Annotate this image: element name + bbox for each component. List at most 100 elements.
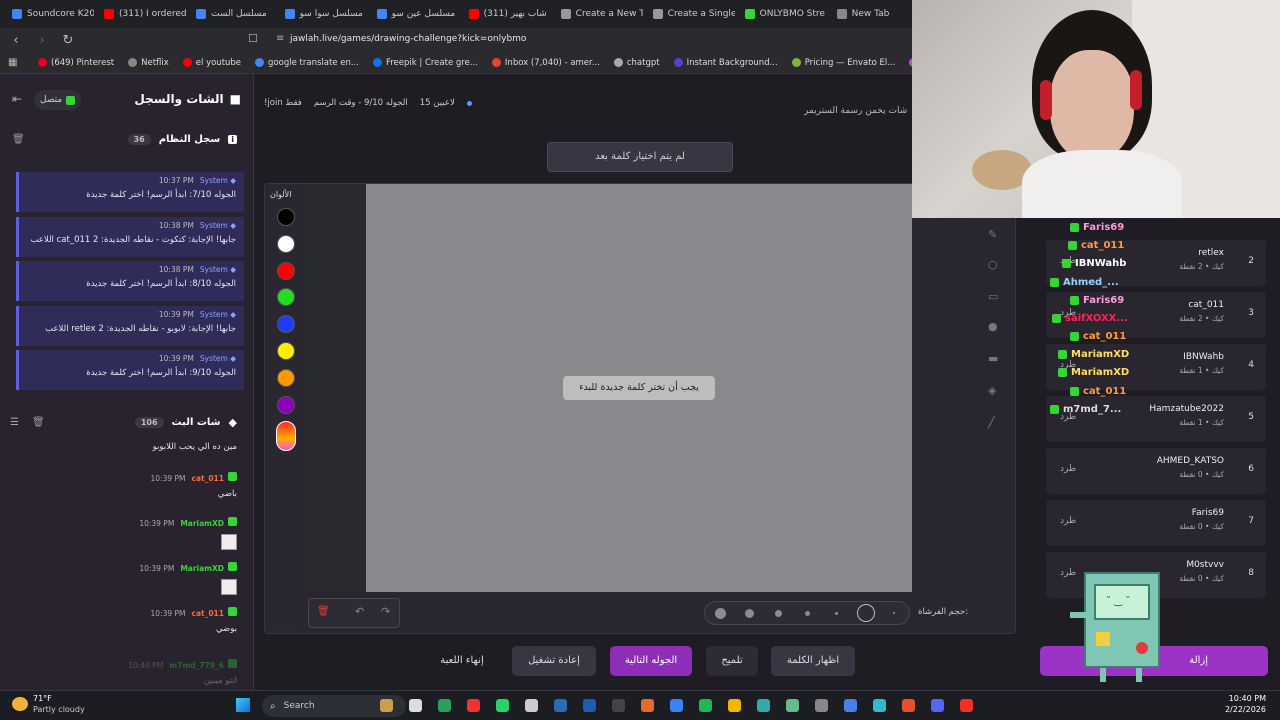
show-word-button[interactable]: اظهار الكلمة [771,646,855,676]
browser-tab[interactable]: (311) شاب بهير [461,2,551,26]
chat-username[interactable]: MariamXD [180,564,224,573]
bookmark-item[interactable]: Freepik | Create gre... [372,58,478,68]
site-info-icon[interactable]: ≡ [276,33,284,44]
kick-player-button[interactable]: طرد [1060,516,1076,526]
taskbar-app-icon[interactable] [612,699,625,712]
circle-tool-icon[interactable]: ○ [988,258,998,271]
taskbar-app-icon[interactable] [960,699,973,712]
bookmark-item[interactable]: Pricing — Envato El... [791,58,895,68]
taskbar-app-icon[interactable] [844,699,857,712]
list-toggle-icon[interactable]: ☰ [10,417,19,428]
reload-icon[interactable]: ↻ [58,33,78,48]
color-swatch[interactable] [277,395,295,414]
color-swatch[interactable] [277,368,295,387]
player-name: retlex [1198,248,1224,258]
taskbar-app-icon[interactable] [438,699,451,712]
brush-size-xs[interactable] [835,612,838,615]
bookmark-item[interactable]: (649) Pinterest [38,58,114,68]
clear-log-icon[interactable]: 🗑 [12,134,25,145]
taskbar-app-icon[interactable] [641,699,654,712]
taskbar-app-icon[interactable] [728,699,741,712]
taskbar-app-icon[interactable] [931,699,944,712]
kick-badge-icon [1070,223,1079,232]
taskbar-app-icon[interactable] [496,699,509,712]
brush-size-md[interactable] [775,610,782,617]
trash-icon[interactable]: 🗑 [317,606,330,617]
taskbar-app-icon[interactable] [873,699,886,712]
message-time: 10:39 PM [150,609,186,618]
browser-tab[interactable]: Soundcore K20i [4,2,94,26]
collapse-panel-icon[interactable]: ⇤ [12,92,22,106]
player-name: M0stvvv [1186,560,1224,570]
system-message-meta: 10:37 PM System ◆ [27,176,236,185]
brush-size-selected[interactable] [857,604,875,622]
bookmark-item[interactable]: chatgpt [613,58,660,68]
color-swatch[interactable] [277,342,295,360]
system-badge-icon: ◆ [227,265,236,274]
message-time: 10:37 PM [158,176,194,185]
browser-tab[interactable]: مسلسل الست [188,2,275,26]
chat-username[interactable]: cat_011 [192,609,225,618]
color-swatch[interactable] [277,261,295,280]
custom-color-picker[interactable] [276,421,296,451]
taskbar-app-icon[interactable] [380,699,393,712]
browser-tab[interactable]: مسلسل عين سو [369,2,459,26]
end-game-button[interactable]: إنهاء اللعبة [422,646,502,676]
browser-tab[interactable]: مسلسل سوا سو [277,2,367,26]
next-round-button[interactable]: الجوله التالية [610,646,692,676]
taskbar-app-icon[interactable] [525,699,538,712]
browser-tab[interactable]: Create a New T [553,2,643,26]
taskbar-app-icon[interactable] [670,699,683,712]
chat-username[interactable]: cat_011 [192,474,225,483]
taskbar-app-icon[interactable] [757,699,770,712]
browser-tab[interactable]: ONLYBMO Stre [737,2,827,26]
bookmark-item[interactable]: Instant Background... [673,58,778,68]
fill-rect-icon[interactable]: ▬ [988,352,998,365]
url-text[interactable]: jawlah.live/games/drawing-challenge?kick… [290,34,526,44]
brush-size-lg[interactable] [745,609,754,618]
chat-username[interactable]: MariamXD [180,519,224,528]
taskbar-app-icon[interactable] [815,699,828,712]
taskbar-app-icon[interactable] [583,699,596,712]
restart-button[interactable]: إعادة تشغيل [512,646,596,676]
windows-start-icon[interactable] [236,698,250,712]
bookmark-label: Netflix [141,57,169,68]
taskbar-app-icon[interactable] [554,699,567,712]
browser-tab[interactable]: Create a Single [645,2,735,26]
game-status-line: !join فقط الجوله 9/10 - وقت الرسم 15 لاع… [264,98,472,108]
undo-icon[interactable]: ↶ [355,605,364,618]
browser-tab[interactable]: (311) I ordered [96,2,186,26]
brush-size-sm[interactable] [805,611,810,616]
redo-icon[interactable]: ↷ [381,605,390,618]
brush-size-xl[interactable] [715,608,726,619]
brush-size-xxs[interactable] [893,612,895,614]
bookmark-item[interactable]: google translate en... [255,58,359,68]
back-icon[interactable]: ‹ [6,33,26,48]
kick-badge-icon [1068,241,1077,250]
rectangle-tool-icon[interactable]: ▭ [988,290,998,303]
taskbar-app-icon[interactable] [409,699,422,712]
chat-username[interactable]: m7md_779_6 [169,661,224,670]
bookmark-item[interactable]: Inbox (7,040) - amer... [491,58,600,68]
bookmark-icon[interactable]: ☐ [248,32,258,45]
color-swatch[interactable] [277,234,295,253]
hint-button[interactable]: تلميح [706,646,758,676]
taskbar-app-icon[interactable] [902,699,915,712]
taskbar-app-icon[interactable] [786,699,799,712]
taskbar-app-icon[interactable] [467,699,480,712]
browser-tab[interactable]: New Tab [829,2,909,26]
kick-player-button[interactable]: طرد [1060,464,1076,474]
bucket-icon[interactable]: ◈ [988,384,996,397]
clock[interactable]: 10:40 PM 2/22/2026 [1225,694,1266,714]
taskbar-app-icon[interactable] [699,699,712,712]
kick-badge-icon [1050,278,1059,287]
clear-chat-icon[interactable]: 🗑 [32,417,45,428]
fill-circle-icon[interactable]: ● [988,320,998,333]
forward-icon[interactable]: › [32,33,52,48]
apps-grid-icon[interactable]: ▦ [8,57,17,68]
color-swatch[interactable] [277,208,295,226]
eraser-icon[interactable]: ✎ [988,228,997,241]
bookmark-item[interactable]: Netflix [128,58,169,68]
bookmark-item[interactable]: el youtube [182,58,241,68]
line-tool-icon[interactable]: ╱ [988,416,995,429]
